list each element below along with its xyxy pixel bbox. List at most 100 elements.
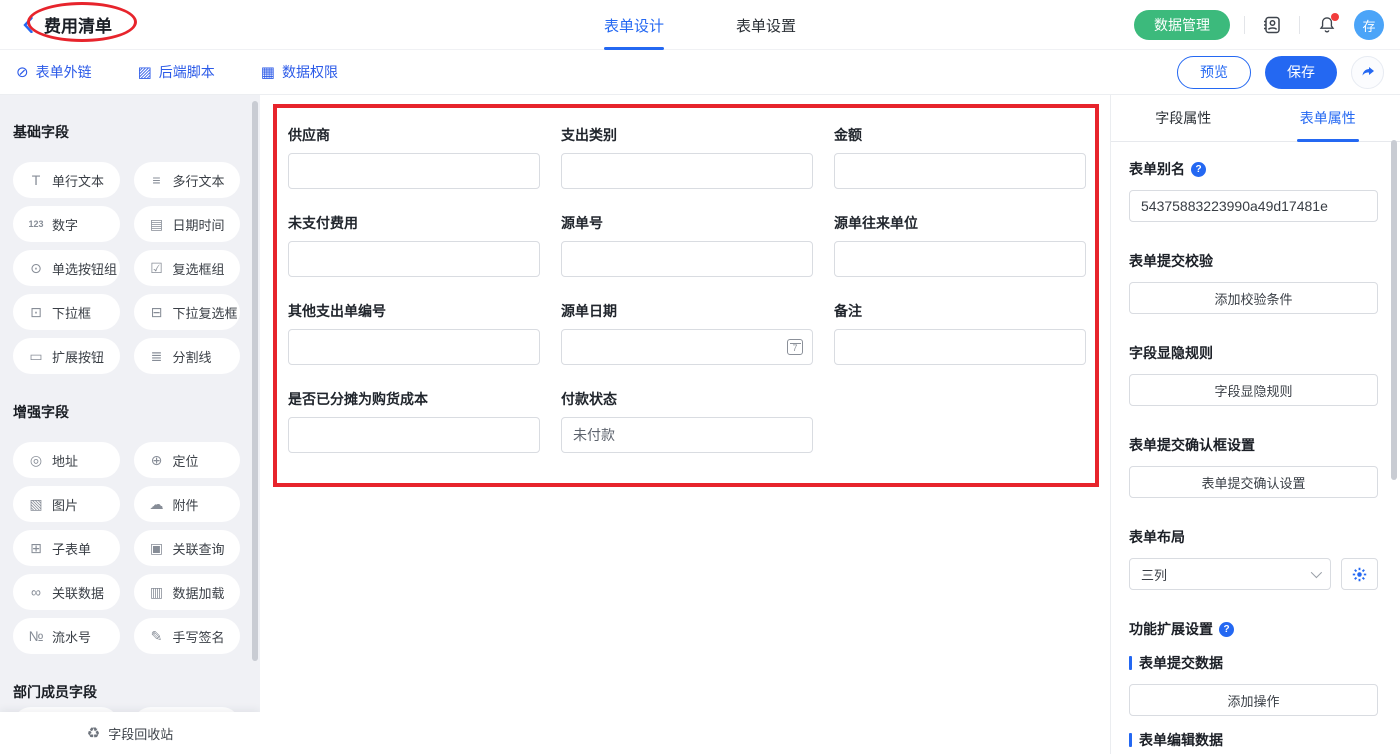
- form-external-link[interactable]: ⊘ 表单外链: [16, 62, 92, 82]
- field-type-checkbox-group[interactable]: ☑复选框组: [134, 250, 241, 286]
- supplier-input[interactable]: [288, 153, 540, 189]
- form-field-payment-status[interactable]: 付款状态 未付款: [561, 389, 813, 453]
- linked-data-icon: ∞: [28, 585, 44, 599]
- avatar[interactable]: 存: [1354, 10, 1384, 40]
- chevron-down-icon: [1311, 567, 1322, 578]
- form-field-unpaid-expense[interactable]: 未支付费用: [288, 213, 540, 277]
- submit-data-add-action-button[interactable]: 添加操作: [1129, 684, 1378, 716]
- contact-book-icon[interactable]: [1259, 12, 1285, 38]
- field-type-image[interactable]: ▧图片: [13, 486, 120, 522]
- help-icon[interactable]: ?: [1219, 622, 1234, 637]
- dropdown-icon: ⊡: [28, 305, 44, 319]
- tab-form-properties[interactable]: 表单属性: [1256, 95, 1400, 141]
- field-type-location[interactable]: ⊕定位: [134, 442, 241, 478]
- section-title-enhanced-fields: 增强字段: [13, 402, 240, 422]
- form-alias-input[interactable]: 54375883223990a49d17481e: [1129, 190, 1378, 222]
- radio-icon: ⊙: [28, 261, 44, 275]
- field-type-data-load[interactable]: ▥数据加载: [134, 574, 241, 610]
- field-type-multi-dropdown[interactable]: ⊟下拉复选框: [134, 294, 241, 330]
- form-field-amount[interactable]: 金额: [834, 125, 1086, 189]
- image-icon: ▧: [28, 497, 44, 511]
- field-type-single-line-text[interactable]: T单行文本: [13, 162, 120, 198]
- layout-gear-icon[interactable]: [1341, 558, 1378, 590]
- field-type-divider-line[interactable]: ≣分割线: [134, 338, 241, 374]
- form-field-allocated-cost[interactable]: 是否已分摊为购货成本: [288, 389, 540, 453]
- location-target-icon: ⊕: [149, 453, 165, 467]
- submit-confirm-button[interactable]: 表单提交确认设置: [1129, 466, 1378, 498]
- source-order-no-input[interactable]: [561, 241, 813, 277]
- field-recycle-bin[interactable]: ♻ 字段回收站: [0, 712, 260, 754]
- multi-dropdown-icon: ⊟: [149, 305, 165, 319]
- layout-select[interactable]: 三列: [1129, 558, 1331, 590]
- form-design-canvas[interactable]: 供应商 支出类别 金额 未支付费用 源单号 源单往来单位: [260, 95, 1110, 754]
- unpaid-expense-input[interactable]: [288, 241, 540, 277]
- data-manage-button[interactable]: 数据管理: [1134, 10, 1230, 40]
- help-icon[interactable]: ?: [1191, 162, 1206, 177]
- field-type-attachment[interactable]: ☁附件: [134, 486, 241, 522]
- share-icon[interactable]: [1351, 56, 1384, 89]
- tab-form-settings[interactable]: 表单设置: [736, 0, 796, 50]
- extension-settings-label: 功能扩展设置 ?: [1129, 619, 1378, 639]
- field-type-dropdown[interactable]: ⊡下拉框: [13, 294, 120, 330]
- number-icon: 123: [28, 220, 44, 229]
- submit-confirm-label: 表单提交确认框设置: [1129, 435, 1378, 455]
- app-header: 费用清单 表单设计 表单设置 数据管理 存: [0, 0, 1400, 50]
- form-field-source-date[interactable]: 源单日期 7: [561, 301, 813, 365]
- backend-script-link[interactable]: ▨ 后端脚本: [138, 62, 215, 82]
- address-pin-icon: ◎: [28, 453, 44, 467]
- single-line-text-icon: T: [28, 173, 44, 187]
- divider: [1299, 16, 1300, 34]
- submit-data-label: 表单提交数据: [1129, 653, 1378, 673]
- panel-scrollbar[interactable]: [1391, 140, 1397, 480]
- permission-icon: ▦: [261, 65, 275, 80]
- multi-line-text-icon: ≡: [149, 173, 165, 187]
- field-visibility-button[interactable]: 字段显隐规则: [1129, 374, 1378, 406]
- chart-icon: ▥: [149, 585, 165, 599]
- field-type-number[interactable]: 123数字: [13, 206, 120, 242]
- source-date-input[interactable]: 7: [561, 329, 813, 365]
- remark-input[interactable]: [834, 329, 1086, 365]
- form-alias-label: 表单别名 ?: [1129, 159, 1378, 179]
- tab-form-design[interactable]: 表单设计: [604, 0, 664, 50]
- page-title: 费用清单: [44, 12, 112, 37]
- field-type-linked-data[interactable]: ∞关联数据: [13, 574, 120, 610]
- field-type-multi-line-text[interactable]: ≡多行文本: [134, 162, 241, 198]
- field-type-extend-button[interactable]: ▭扩展按钮: [13, 338, 120, 374]
- field-type-radio-group[interactable]: ⊙单选按钮组: [13, 250, 120, 286]
- button-icon: ▭: [28, 349, 44, 363]
- other-expense-no-input[interactable]: [288, 329, 540, 365]
- linked-query-icon: ▣: [149, 541, 165, 555]
- tab-field-properties[interactable]: 字段属性: [1111, 95, 1256, 141]
- date-picker-icon[interactable]: 7: [787, 339, 803, 355]
- save-button[interactable]: 保存: [1265, 56, 1337, 89]
- allocated-cost-input[interactable]: [288, 417, 540, 453]
- form-field-remark[interactable]: 备注: [834, 301, 1086, 365]
- subform-icon: ⊞: [28, 541, 44, 555]
- field-type-signature[interactable]: ✎手写签名: [134, 618, 241, 654]
- amount-input[interactable]: [834, 153, 1086, 189]
- form-field-source-counterparty[interactable]: 源单往来单位: [834, 213, 1086, 277]
- payment-status-input[interactable]: 未付款: [561, 417, 813, 453]
- section-title-basic-fields: 基础字段: [13, 122, 240, 142]
- form-toolbar: ⊘ 表单外链 ▨ 后端脚本 ▦ 数据权限 预览 保存: [0, 50, 1400, 95]
- form-field-supplier[interactable]: 供应商: [288, 125, 540, 189]
- add-validation-button[interactable]: 添加校验条件: [1129, 282, 1378, 314]
- divider-line-icon: ≣: [149, 349, 165, 363]
- field-type-serial-number[interactable]: №流水号: [13, 618, 120, 654]
- source-counterparty-input[interactable]: [834, 241, 1086, 277]
- form-field-other-expense-no[interactable]: 其他支出单编号: [288, 301, 540, 365]
- form-field-expense-category[interactable]: 支出类别: [561, 125, 813, 189]
- field-type-linked-query[interactable]: ▣关联查询: [134, 530, 241, 566]
- preview-button[interactable]: 预览: [1177, 56, 1251, 89]
- expense-category-input[interactable]: [561, 153, 813, 189]
- field-type-address[interactable]: ◎地址: [13, 442, 120, 478]
- notification-bell-icon[interactable]: [1314, 12, 1340, 38]
- form-field-source-order-no[interactable]: 源单号: [561, 213, 813, 277]
- sidebar-scrollbar[interactable]: [252, 101, 258, 661]
- data-permission-link[interactable]: ▦ 数据权限: [261, 62, 338, 82]
- recycle-icon: ♻: [87, 726, 100, 741]
- checkbox-icon: ☑: [149, 261, 165, 275]
- field-type-datetime[interactable]: ▤日期时间: [134, 206, 241, 242]
- property-panel: 字段属性 表单属性 表单别名 ? 54375883223990a49d17481…: [1110, 95, 1400, 754]
- field-type-subform[interactable]: ⊞子表单: [13, 530, 120, 566]
